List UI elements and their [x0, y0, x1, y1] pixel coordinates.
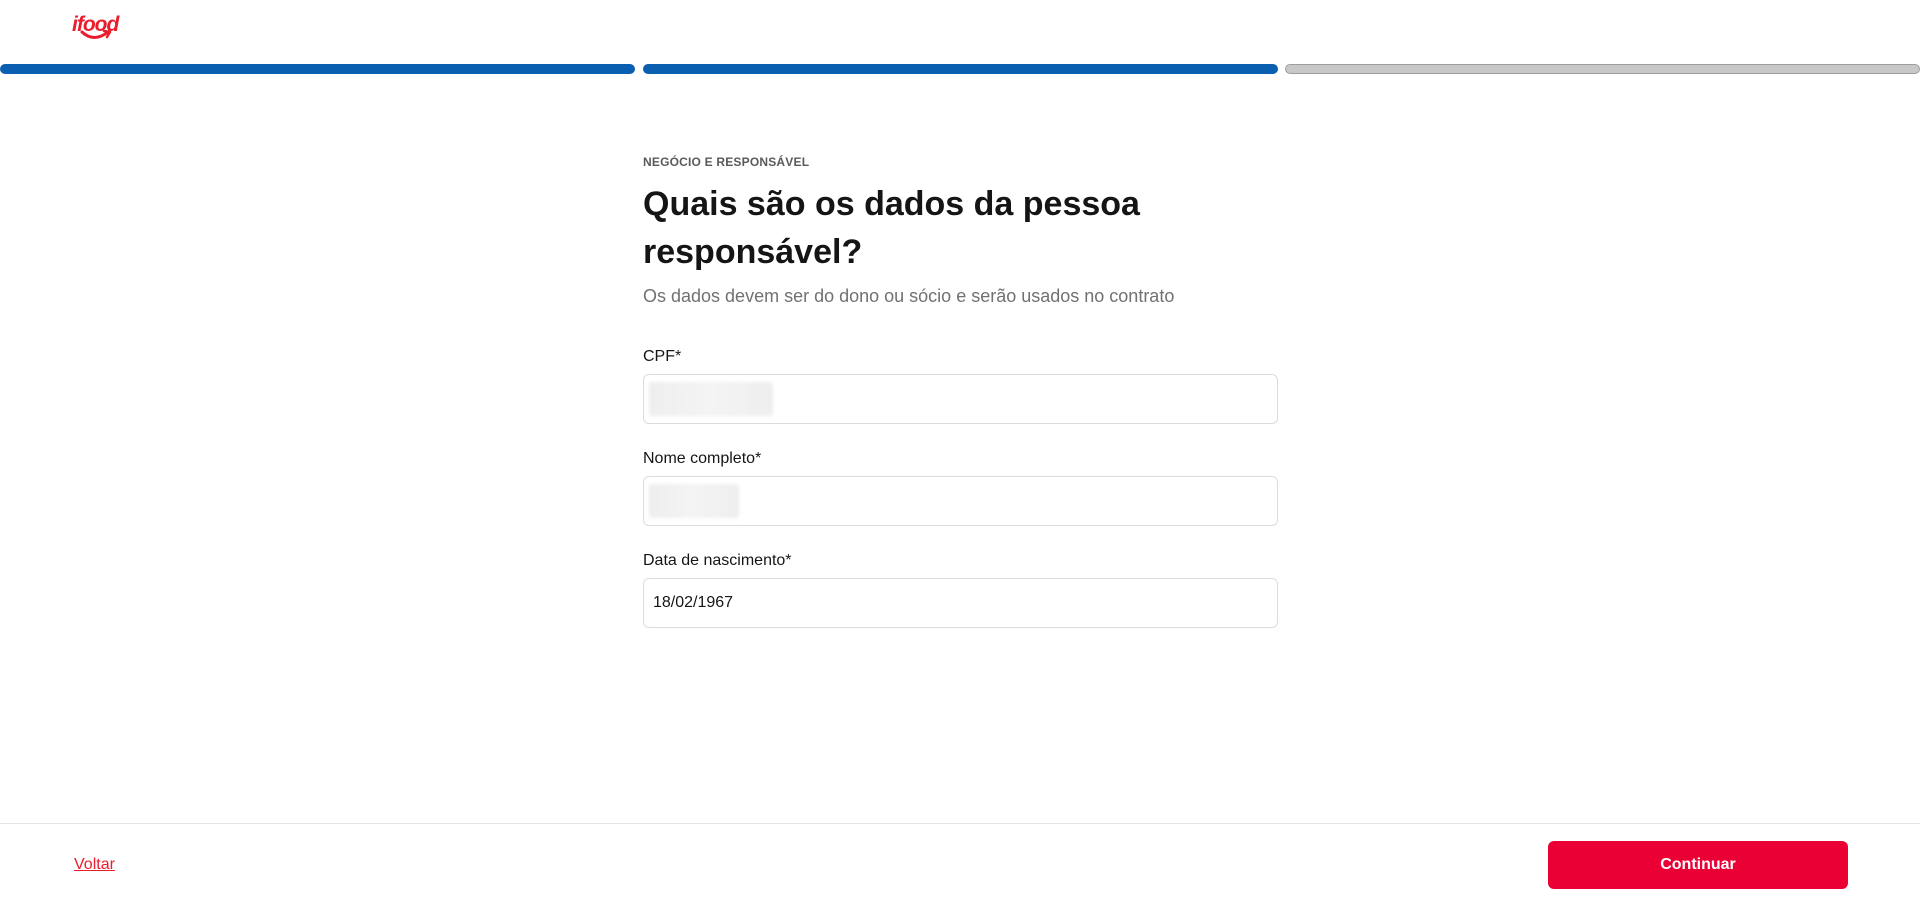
page-subtitle: Os dados devem ser do dono ou sócio e se… — [643, 286, 1175, 306]
page-title: Quais são os dados da pessoa responsável… — [643, 185, 1140, 271]
smile-icon — [80, 29, 112, 39]
cpf-label: CPF* — [643, 348, 682, 365]
full-name-field: Nome completo* — [643, 448, 1278, 526]
section-label: NEGÓCIO E RESPONSÁVEL — [643, 155, 810, 169]
header: ifood — [0, 0, 1920, 64]
footer: Voltar Continuar — [0, 823, 1920, 904]
birth-date-label: Data de nascimento* — [643, 552, 792, 569]
progress-step-3 — [1285, 64, 1920, 74]
full-name-input-wrapper — [643, 476, 1278, 526]
birth-date-field: Data de nascimento* — [643, 550, 1278, 628]
full-name-label: Nome completo* — [643, 450, 762, 467]
ifood-logo[interactable]: ifood — [72, 14, 122, 48]
cpf-input-wrapper — [643, 374, 1278, 424]
progress-step-2 — [643, 64, 1278, 74]
page: ifood NEGÓCIO E RESPONSÁVEL Quais são os… — [0, 0, 1920, 904]
redacted-value — [649, 382, 773, 416]
continue-button[interactable]: Continuar — [1548, 841, 1848, 889]
form-section: NEGÓCIO E RESPONSÁVEL Quais são os dados… — [643, 150, 1278, 628]
redacted-value — [649, 484, 739, 518]
birth-date-input[interactable] — [644, 579, 1277, 627]
cpf-field: CPF* — [643, 346, 1278, 424]
progress-steps — [0, 64, 1920, 74]
progress-step-1 — [0, 64, 635, 74]
birth-date-input-wrapper — [643, 578, 1278, 628]
back-link[interactable]: Voltar — [74, 856, 115, 874]
